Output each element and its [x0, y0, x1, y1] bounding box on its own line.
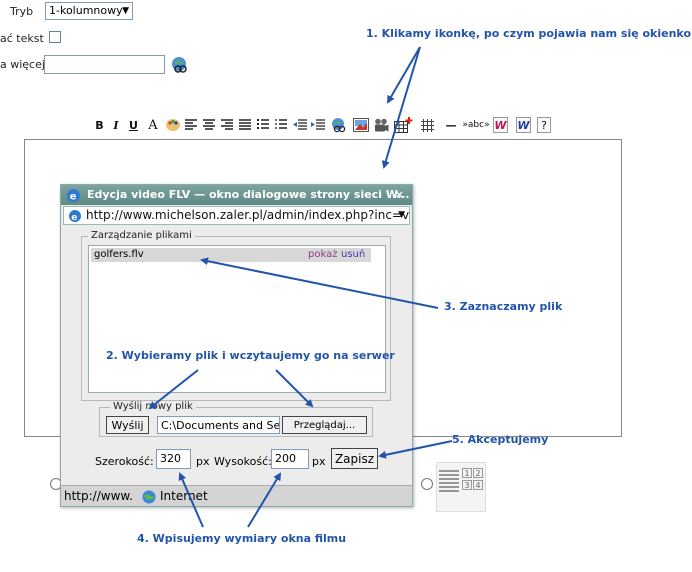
- tryb-label: Tryb: [10, 5, 34, 18]
- svg-text:e: e: [71, 212, 77, 222]
- insert-table-icon[interactable]: [393, 117, 413, 133]
- show-link[interactable]: pokaż: [308, 248, 337, 262]
- layout-cell: 1: [462, 468, 472, 478]
- checkbox-label: ać tekst: [0, 32, 44, 45]
- layout-cell: 2: [473, 468, 483, 478]
- send-button[interactable]: Wyślij: [106, 416, 149, 434]
- italic-button[interactable]: I: [111, 117, 121, 133]
- arrow-step1-toolbar: [386, 46, 421, 104]
- option-checkbox[interactable]: [49, 31, 61, 43]
- globe-icon: [141, 489, 156, 504]
- width-label: Szerokość:: [95, 455, 154, 468]
- horizontal-rule-button[interactable]: —: [444, 117, 458, 133]
- height-input[interactable]: 200: [271, 449, 309, 469]
- dialog-url: http://www.michelson.zaler.pl/admin/inde…: [86, 208, 410, 222]
- files-legend: Zarządzanie plikami: [88, 230, 195, 241]
- chevron-down-icon: ▼: [122, 6, 129, 16]
- file-row[interactable]: golfers.flv pokaż usuń: [91, 248, 371, 262]
- status-zone: Internet: [160, 489, 208, 503]
- spellcheck-button[interactable]: »abc»: [462, 117, 490, 133]
- height-label: Wysokość:: [214, 455, 272, 468]
- align-right-icon[interactable]: [220, 117, 234, 133]
- height-unit: px: [312, 455, 326, 468]
- align-center-icon[interactable]: [202, 117, 216, 133]
- tryb-select[interactable]: 1-kolumnowy ▼: [45, 2, 133, 20]
- delete-link[interactable]: usuń: [341, 248, 365, 262]
- more-label: a więcej: [0, 58, 45, 71]
- tryb-select-value: 1-kolumnowy: [49, 4, 123, 17]
- annotation-step4: 4. Wpisujemy wymiary okna filmu: [137, 532, 347, 545]
- paste-from-word-button[interactable]: W: [493, 117, 508, 133]
- layout-cell: 3: [462, 480, 472, 490]
- file-list: golfers.flv pokaż usuń: [88, 245, 386, 393]
- annotation-step5: 5. Akceptujemy: [452, 433, 549, 446]
- ie-page-icon: e: [67, 208, 82, 223]
- insert-media-icon[interactable]: [170, 55, 188, 73]
- dialog-status-bar: http://www. Internet: [61, 485, 412, 506]
- clean-word-button[interactable]: W: [516, 117, 531, 133]
- dialog-address-bar: e http://www.michelson.zaler.pl/admin/in…: [63, 206, 410, 225]
- grid-icon[interactable]: [420, 117, 435, 133]
- dialog-title: Edycja video FLV — okno dialogowe strony…: [87, 188, 410, 201]
- link-globe-icon[interactable]: [330, 117, 348, 133]
- svg-text:e: e: [69, 191, 76, 202]
- align-left-icon[interactable]: [184, 117, 198, 133]
- chevron-down-icon[interactable]: ▼: [398, 207, 405, 224]
- annotation-step2: 2. Wybieramy plik i wczytaujemy go na se…: [106, 349, 395, 362]
- status-url: http://www.: [64, 489, 133, 503]
- flv-video-icon[interactable]: [373, 117, 389, 133]
- palette-icon[interactable]: [164, 117, 182, 133]
- save-button[interactable]: Zapisz: [331, 448, 378, 469]
- annotation-step3: 3. Zaznaczamy plik: [444, 300, 563, 313]
- numbered-list-icon[interactable]: [274, 117, 288, 133]
- layout-columns-icon[interactable]: 1 2 3 4: [436, 462, 486, 512]
- dialog-title-bar[interactable]: e Edycja video FLV — okno dialogowe stro…: [61, 185, 412, 205]
- ie-icon: e: [65, 187, 81, 203]
- layout-radio-right[interactable]: [421, 478, 433, 490]
- image-icon[interactable]: [352, 117, 369, 133]
- file-path-input[interactable]: C:\Documents and Se: [157, 416, 280, 434]
- width-input[interactable]: 320: [156, 449, 191, 469]
- font-color-button[interactable]: A: [147, 117, 159, 133]
- layout-cell: 4: [473, 480, 483, 490]
- close-icon[interactable]: ×: [395, 185, 404, 205]
- more-input[interactable]: [44, 55, 165, 74]
- browse-button[interactable]: Przeglądaj...: [282, 416, 367, 434]
- indent-icon[interactable]: [310, 117, 326, 133]
- width-unit: px: [196, 455, 210, 468]
- outdent-icon[interactable]: [292, 117, 308, 133]
- annotation-step1: 1. Klikamy ikonkę, po czym pojawia nam s…: [366, 27, 692, 40]
- file-name: golfers.flv: [94, 249, 144, 260]
- help-button[interactable]: ?: [537, 117, 551, 133]
- bold-button[interactable]: B: [94, 117, 105, 133]
- video-dialog: e Edycja video FLV — okno dialogowe stro…: [60, 184, 413, 507]
- bullet-list-icon[interactable]: [256, 117, 270, 133]
- justify-icon[interactable]: [238, 117, 252, 133]
- upload-legend: Wyślij nowy plik: [110, 401, 196, 412]
- underline-button[interactable]: U: [128, 117, 139, 133]
